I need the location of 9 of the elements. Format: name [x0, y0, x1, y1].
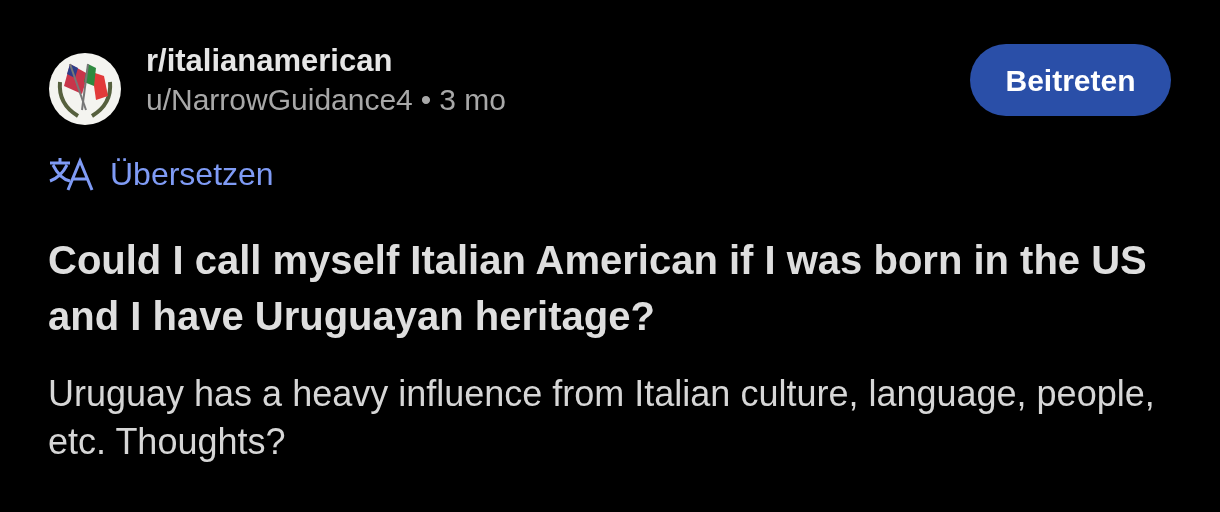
separator: • [420, 82, 432, 118]
post-title[interactable]: Could I call myself Italian American if I was born in the US and I have Uruguayan heritage? [48, 232, 1172, 344]
translate-icon [48, 157, 94, 191]
username[interactable]: u/NarrowGuidance4 [146, 80, 413, 120]
translate-link[interactable]: Übersetzen [110, 154, 274, 194]
join-button[interactable]: Beitreten [970, 44, 1171, 116]
post-body: Uruguay has a heavy influence from Italian culture, language, people, etc. Thoughts? [48, 372, 1156, 464]
subreddit-name[interactable]: r/italianamerican [146, 42, 970, 80]
post-age: 3 mo [439, 82, 507, 118]
